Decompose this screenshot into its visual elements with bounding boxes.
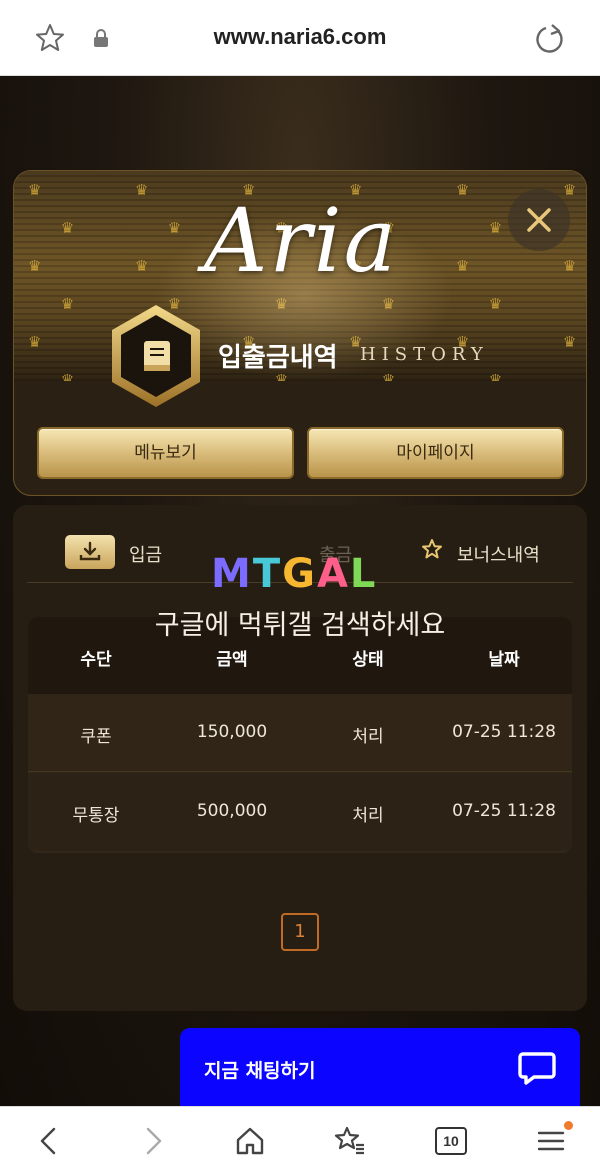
history-tabs: 입금 출금 보너스내역 MTGAL [27, 519, 573, 597]
live-chat-button[interactable]: 지금 채팅하기 [180, 1028, 580, 1110]
menu-icon[interactable] [535, 1125, 567, 1157]
cell-date: 07-25 11:28 [452, 801, 556, 821]
page-title: 입출금내역 [218, 343, 338, 373]
notification-dot [564, 1121, 573, 1130]
history-table: 수단 금액 상태 날짜 쿠폰 150,000 처리 07-25 11:28 무통… [28, 617, 572, 853]
cell-method: 무통장 [72, 806, 120, 826]
home-icon[interactable] [234, 1125, 266, 1157]
star-icon [422, 539, 442, 559]
watermark-letter: L [349, 551, 378, 597]
table-row: 무통장 500,000 처리 07-25 11:28 [28, 773, 572, 851]
cell-status: 처리 [352, 727, 384, 747]
column-header-amount: 금액 [216, 650, 248, 670]
forward-icon[interactable] [136, 1125, 168, 1157]
cell-method: 쿠폰 [80, 727, 112, 747]
tab-deposit-label[interactable]: 입금 [129, 541, 162, 567]
download-icon [79, 541, 101, 561]
mtgal-watermark: MTGAL [211, 551, 377, 597]
watermark-letter: A [316, 551, 350, 597]
bookmarks-icon[interactable] [334, 1125, 366, 1157]
cell-status: 처리 [352, 806, 384, 826]
tabs-button[interactable]: 10 [435, 1127, 467, 1155]
column-header-status: 상태 [352, 650, 384, 670]
reload-icon[interactable] [532, 22, 566, 56]
back-icon[interactable] [34, 1125, 66, 1157]
aria-logo: Aria [203, 189, 399, 292]
browser-bottom-bar: 10 [0, 1106, 600, 1172]
chat-bubble-icon [518, 1052, 556, 1085]
pagination-page-1[interactable]: 1 [281, 913, 319, 951]
watermark-letter: M [211, 551, 253, 597]
tab-bonus-label[interactable]: 보너스내역 [457, 541, 540, 567]
column-header-date: 날짜 [488, 650, 520, 670]
close-icon [527, 208, 551, 232]
menu-button[interactable]: 메뉴보기 [37, 427, 294, 479]
url-bar[interactable]: www.naria6.com [0, 24, 600, 50]
close-button[interactable] [508, 189, 570, 251]
history-card: 입금 출금 보너스내역 MTGAL 수단 금액 상태 날짜 쿠폰 150,000… [13, 505, 587, 1011]
chat-label: 지금 채팅하기 [204, 1060, 316, 1082]
cell-amount: 150,000 [196, 722, 268, 742]
book-hexagon-icon [112, 305, 200, 407]
watermark-letter: T [252, 551, 283, 597]
cell-date: 07-25 11:28 [452, 722, 556, 742]
column-header-method: 수단 [80, 650, 112, 670]
mypage-button[interactable]: 마이페이지 [307, 427, 564, 479]
history-modal-header: ♛ ♛ ♛ ♛ ♛ ♛ ♛ ♛ ♛ ♛ ♛ ♛ ♛ ♛ ♛ ♛ ♛ ♛ ♛ ♛ … [13, 170, 587, 496]
table-row: 쿠폰 150,000 처리 07-25 11:28 [28, 694, 572, 772]
page-subtitle: HISTORY [360, 344, 489, 365]
watermark-letter: G [282, 551, 317, 597]
tab-deposit[interactable] [65, 535, 115, 569]
browser-top-bar: www.naria6.com [0, 0, 600, 76]
cell-amount: 500,000 [196, 801, 268, 821]
watermark-notice: 구글에 먹튀갤 검색하세요 [154, 610, 446, 641]
